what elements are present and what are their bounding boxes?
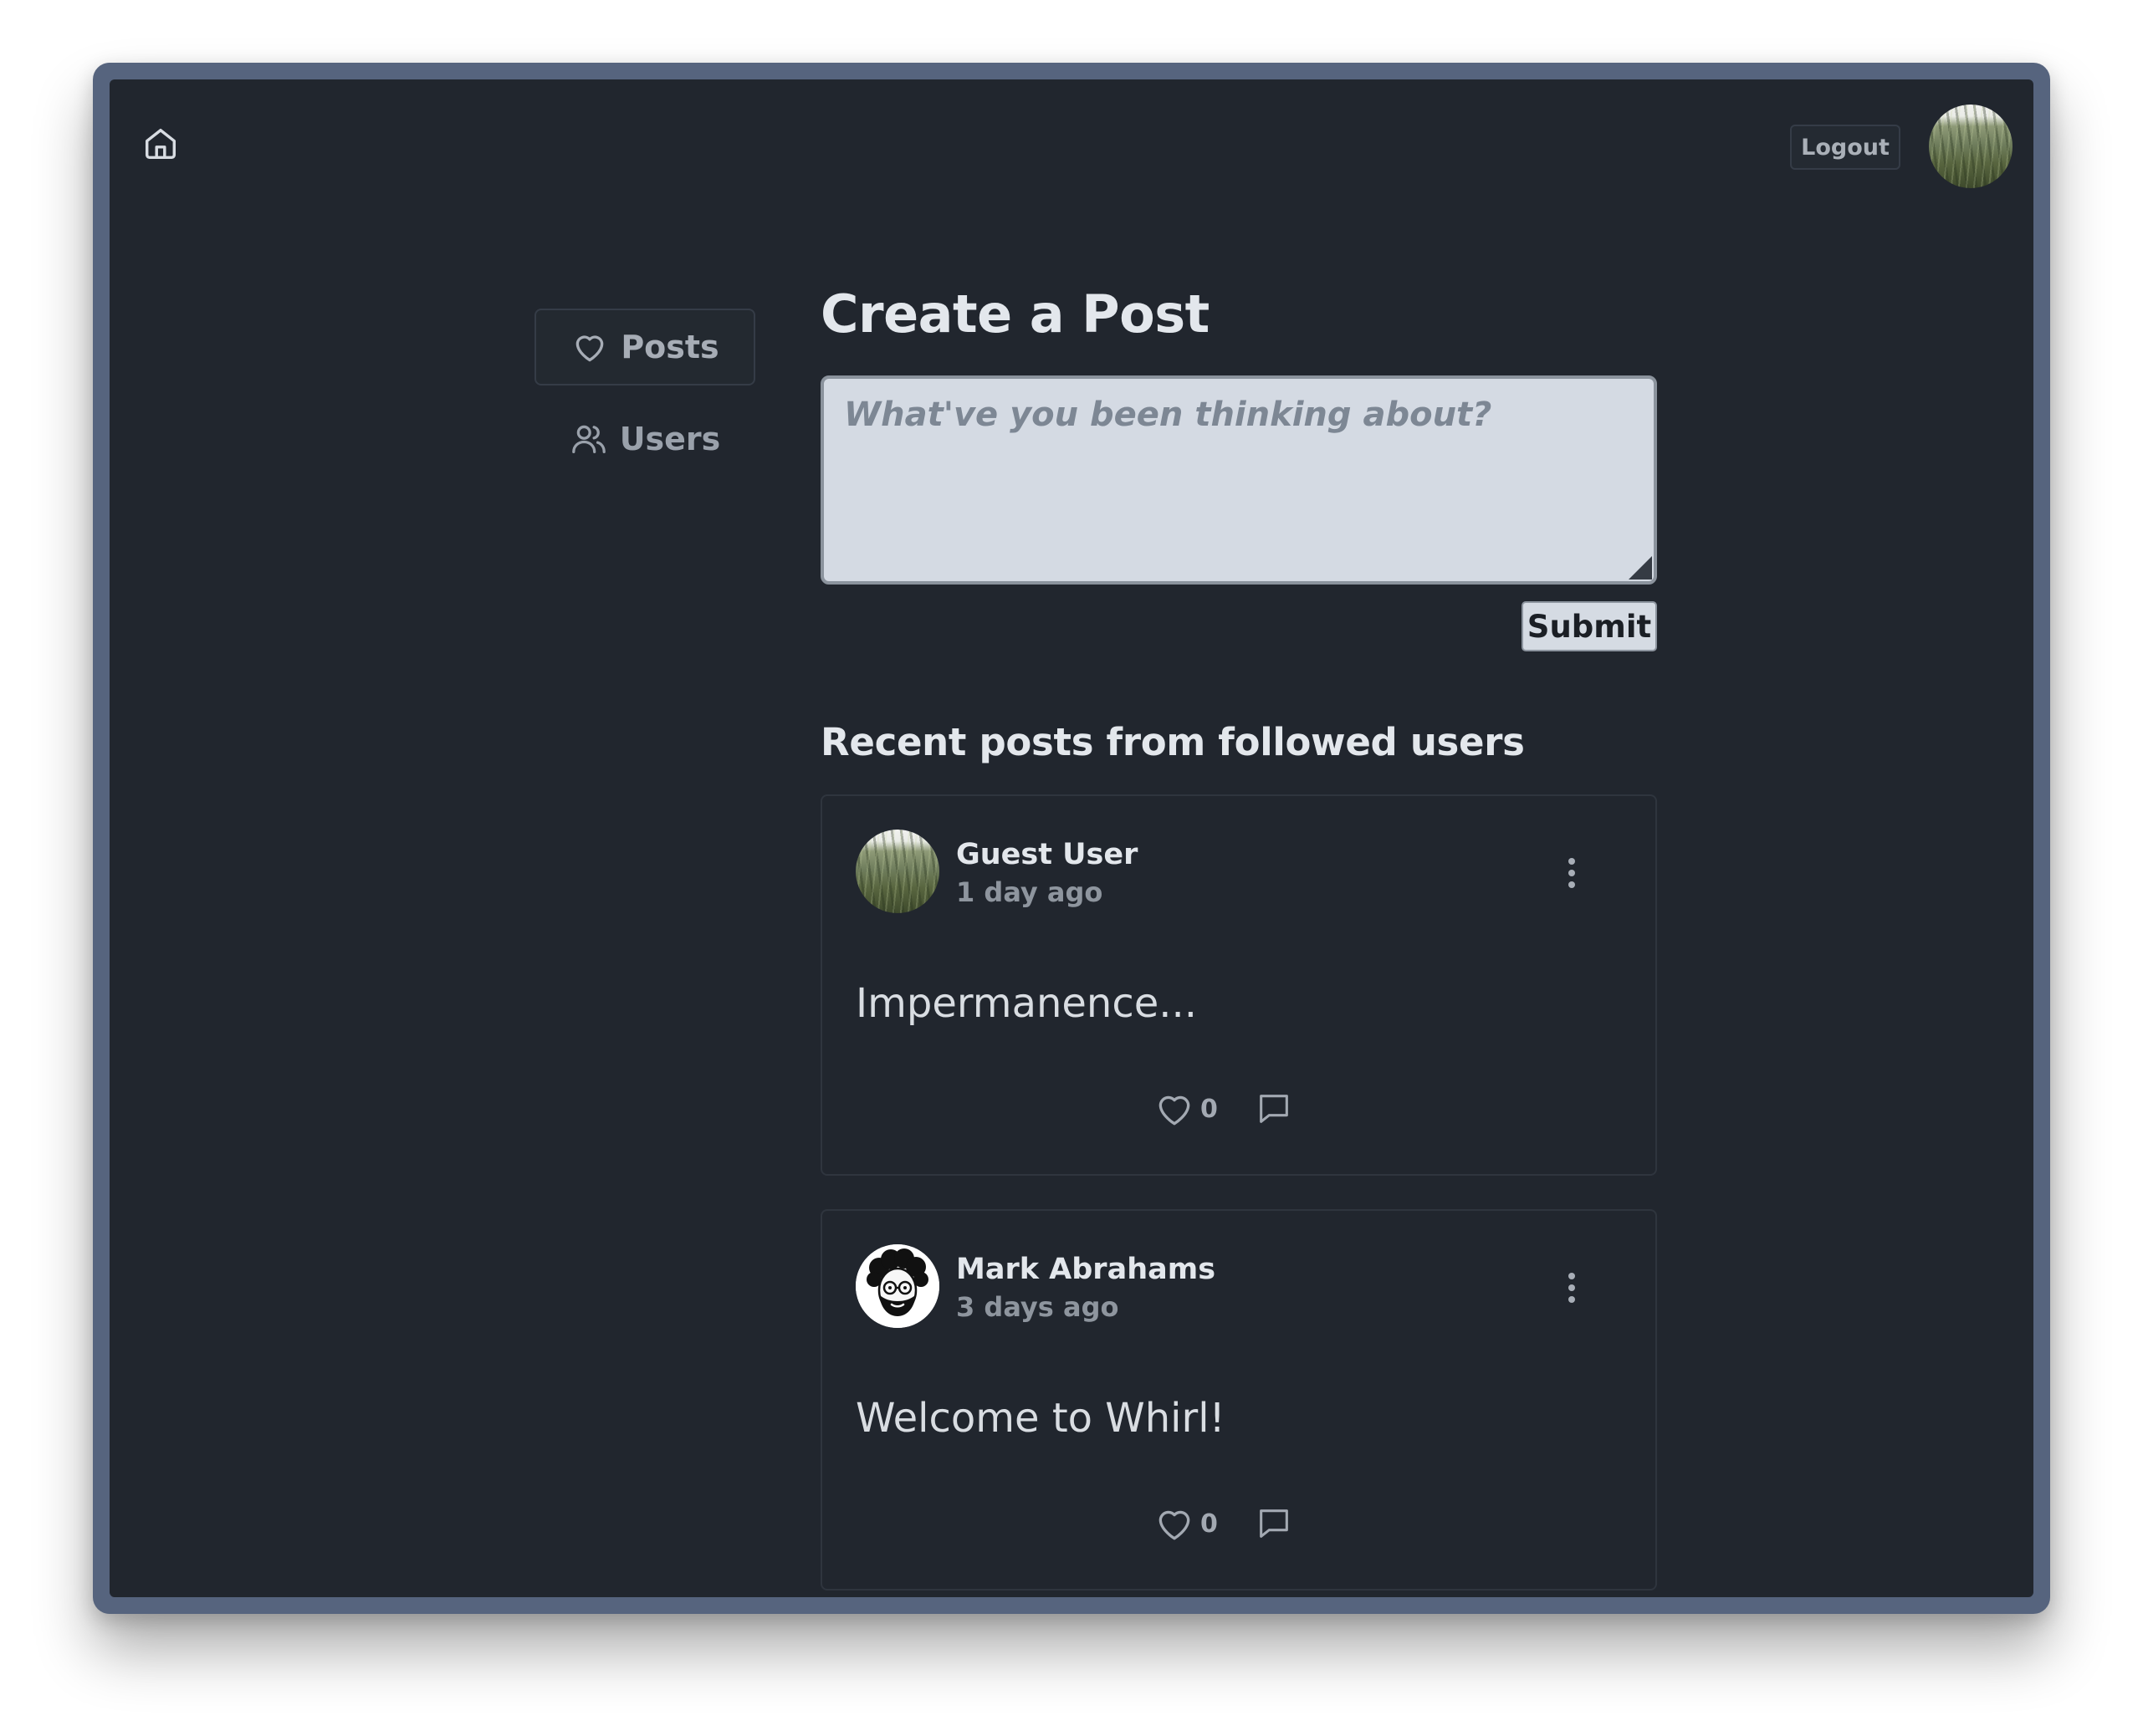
post-menu-button[interactable] bbox=[1555, 1269, 1588, 1306]
user-avatar[interactable] bbox=[1929, 105, 2013, 188]
cartoon-avatar-icon bbox=[856, 1244, 939, 1328]
like-button[interactable]: 0 bbox=[1153, 1503, 1218, 1545]
more-vertical-icon bbox=[1568, 1273, 1575, 1303]
app-screen: Logout Posts Users Create a Post What've… bbox=[110, 79, 2033, 1597]
post-avatar[interactable] bbox=[856, 830, 939, 913]
like-count: 0 bbox=[1200, 1094, 1218, 1124]
post-actions: 0 bbox=[1153, 1085, 1293, 1132]
browser-frame: Logout Posts Users Create a Post What've… bbox=[93, 63, 2050, 1614]
post-timestamp: 1 day ago bbox=[956, 876, 1103, 908]
post-author[interactable]: Guest User bbox=[956, 838, 1138, 871]
like-count: 0 bbox=[1200, 1509, 1218, 1539]
main-content: Create a Post Submit Recent posts from f… bbox=[821, 288, 1657, 1590]
heart-icon bbox=[1158, 1510, 1190, 1540]
post-body: Welcome to Whirl! bbox=[856, 1395, 1225, 1442]
post-timestamp: 3 days ago bbox=[956, 1291, 1119, 1323]
comment-icon bbox=[1260, 1509, 1288, 1538]
sidebar-item-users[interactable]: Users bbox=[534, 401, 755, 477]
post-body: Impermanence... bbox=[856, 980, 1198, 1027]
heart-icon bbox=[570, 328, 609, 366]
users-icon bbox=[570, 420, 608, 458]
home-icon bbox=[145, 128, 176, 160]
comment-icon bbox=[1260, 1095, 1288, 1123]
logout-button[interactable]: Logout bbox=[1790, 125, 1900, 170]
sidebar-item-posts[interactable]: Posts bbox=[534, 309, 755, 385]
submit-row: Submit bbox=[821, 601, 1657, 651]
home-button[interactable] bbox=[140, 123, 182, 165]
resize-handle[interactable] bbox=[1629, 556, 1652, 580]
heart-icon bbox=[1158, 1095, 1190, 1126]
sidebar-item-label: Posts bbox=[621, 329, 719, 365]
post-actions: 0 bbox=[1153, 1500, 1293, 1547]
post-avatar[interactable] bbox=[856, 1244, 939, 1328]
post-card: Mark Abrahams 3 days ago Welcome to Whir… bbox=[821, 1209, 1657, 1590]
page-title: Create a Post bbox=[821, 283, 1210, 345]
comment-button[interactable] bbox=[1255, 1090, 1293, 1128]
post-author[interactable]: Mark Abrahams bbox=[956, 1253, 1215, 1286]
more-vertical-icon bbox=[1568, 858, 1575, 888]
composer bbox=[821, 375, 1657, 585]
sidebar-nav: Posts Users bbox=[534, 309, 755, 493]
like-button[interactable]: 0 bbox=[1153, 1088, 1218, 1130]
sidebar-item-label: Users bbox=[619, 421, 721, 457]
post-textarea[interactable] bbox=[821, 375, 1657, 585]
feed-title: Recent posts from followed users bbox=[821, 720, 1525, 764]
submit-button[interactable]: Submit bbox=[1522, 601, 1657, 651]
comment-button[interactable] bbox=[1255, 1504, 1293, 1543]
post-menu-button[interactable] bbox=[1555, 855, 1588, 891]
post-card: Guest User 1 day ago Impermanence... 0 bbox=[821, 794, 1657, 1176]
